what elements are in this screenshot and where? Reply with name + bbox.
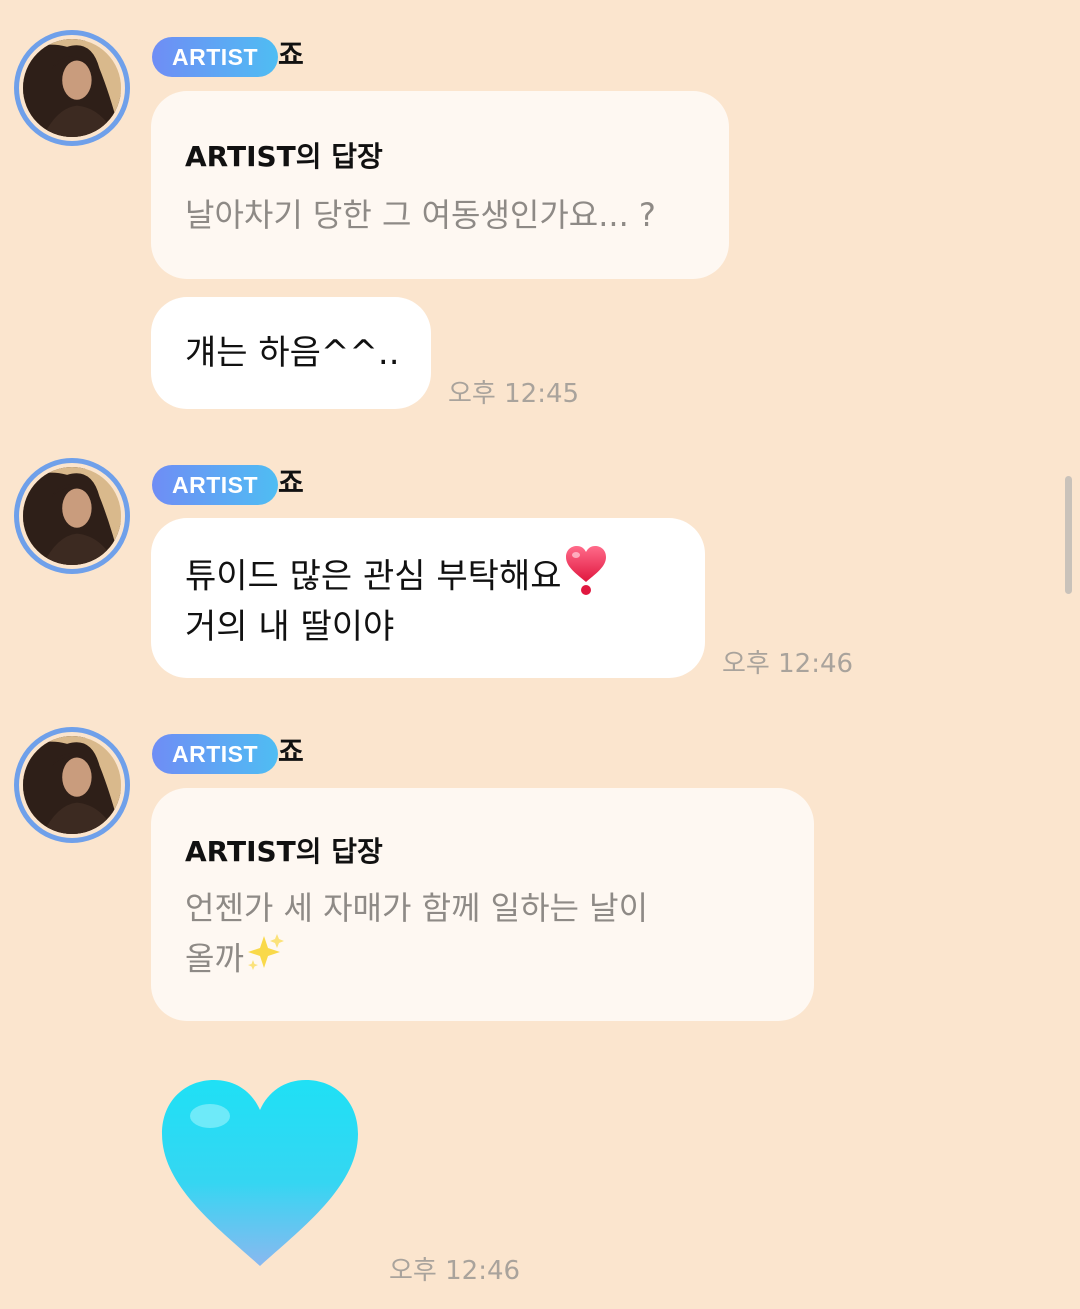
sparkles-icon — [244, 932, 286, 989]
message-text-line2: 거의 내 딸이야 — [185, 607, 395, 647]
message-bubble[interactable]: 튜이드 많은 관심 부탁해요 거의 내 딸이야 — [151, 518, 705, 678]
avatar-image — [23, 39, 121, 137]
message-bubble[interactable]: 걔는 하음^^.. — [151, 297, 431, 409]
avatar-image — [23, 467, 121, 565]
reply-quoted-text: 날아차기 당한 그 여동생인가요... ? — [185, 196, 656, 234]
reply-title: ARTIST의 답장 — [185, 140, 383, 173]
sender-name: 죠 — [278, 735, 304, 768]
reply-quoted-text-line2: 올까 — [185, 932, 286, 989]
scrollbar[interactable] — [1065, 476, 1072, 594]
sender-name: 죠 — [278, 38, 304, 71]
message-time: 오후 12:45 — [448, 379, 580, 409]
reply-quoted-text: 올까 — [185, 939, 244, 978]
message-time: 오후 12:46 — [389, 1256, 521, 1286]
heart-exclamation-icon — [564, 544, 608, 612]
light-blue-heart-icon[interactable] — [158, 1076, 362, 1270]
avatar-image — [23, 736, 121, 834]
artist-badge: ARTIST — [152, 37, 279, 77]
artist-badge: ARTIST — [152, 734, 279, 774]
reply-quoted-text-line1: 언젠가 세 자매가 함께 일하는 날이 — [185, 889, 649, 927]
reply-bubble[interactable]: ARTIST의 답장 언젠가 세 자매가 함께 일하는 날이 올까 — [151, 788, 814, 1021]
message-time: 오후 12:46 — [722, 649, 854, 679]
avatar[interactable] — [14, 458, 130, 574]
reply-bubble[interactable]: ARTIST의 답장 날아차기 당한 그 여동생인가요... ? — [151, 91, 729, 279]
artist-badge: ARTIST — [152, 465, 279, 505]
reply-title: ARTIST의 답장 — [185, 835, 383, 868]
avatar[interactable] — [14, 727, 130, 843]
message-text: 걔는 하음^^.. — [185, 333, 400, 373]
sender-name: 죠 — [278, 466, 304, 499]
message-text: 튜이드 많은 관심 부탁해요 — [185, 556, 562, 597]
avatar[interactable] — [14, 30, 130, 146]
